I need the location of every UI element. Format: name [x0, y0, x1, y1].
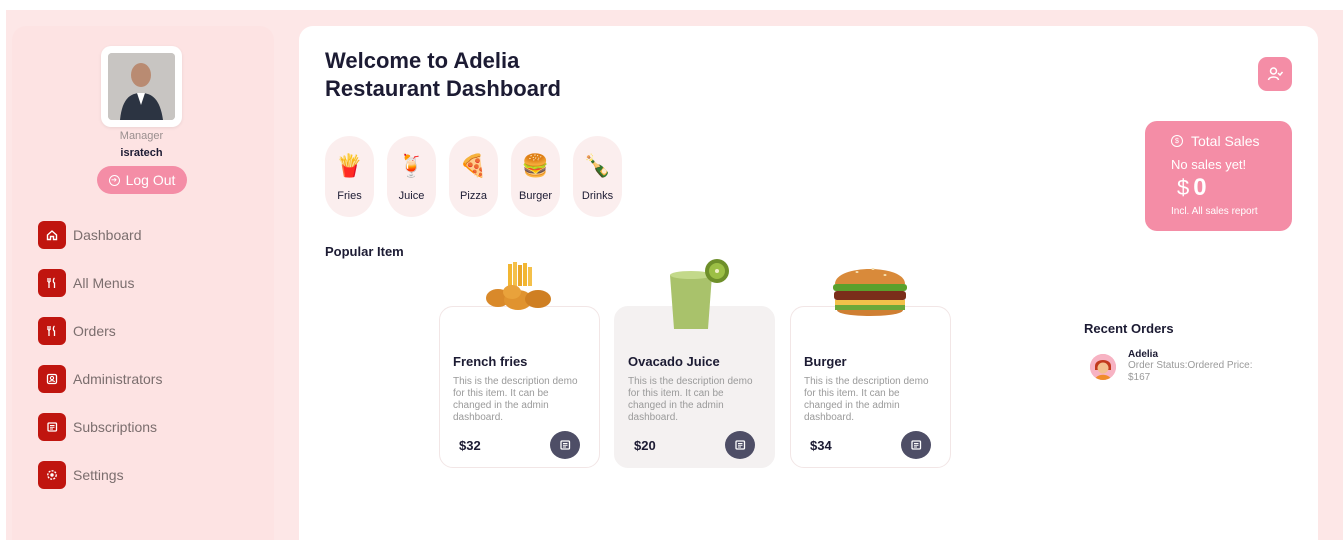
category-label: Pizza — [460, 190, 487, 202]
sidebar-item-all-menus[interactable]: All Menus — [38, 268, 162, 298]
logout-button[interactable]: ➔ Log Out — [97, 166, 187, 194]
user-role: Manager — [119, 130, 164, 142]
total-sales-card: $ Total Sales No sales yet! $ 0 Incl. Al… — [1145, 121, 1292, 231]
category-drinks[interactable]: 🍾 Drinks — [573, 136, 622, 217]
sidebar-nav: Dashboard All Menus Orders Administrator… — [38, 220, 162, 508]
user-name: isratech — [120, 147, 163, 159]
category-list: 🍟 Fries 🍹 Juice 🍕 Pizza 🍔 Burger 🍾 Drink… — [325, 136, 622, 217]
sidebar-item-label: Administrators — [73, 371, 163, 387]
sidebar-item-orders[interactable]: Orders — [38, 316, 162, 346]
sidebar-item-administrators[interactable]: Administrators — [38, 364, 162, 394]
sidebar-item-settings[interactable]: Settings — [38, 460, 162, 490]
item-description: This is the description demo for this it… — [804, 376, 929, 423]
category-label: Drinks — [581, 190, 614, 202]
category-pizza[interactable]: 🍕 Pizza — [449, 136, 498, 217]
item-price: $34 — [810, 438, 832, 453]
item-name: French fries — [453, 354, 528, 369]
add-to-order-button[interactable] — [550, 431, 580, 459]
item-description: This is the description demo for this it… — [453, 376, 578, 423]
recent-order-item[interactable]: Adelia Order Status:Ordered Price: $167 — [1090, 349, 1258, 384]
category-label: Fries — [337, 190, 362, 202]
currency-symbol: $ — [1177, 175, 1190, 200]
add-to-order-button[interactable] — [725, 431, 755, 459]
sidebar-item-label: All Menus — [73, 275, 135, 291]
category-juice[interactable]: 🍹 Juice — [387, 136, 436, 217]
category-label: Burger — [518, 190, 553, 202]
add-to-order-button[interactable] — [901, 431, 931, 459]
page-title-line1: Welcome to Adelia — [325, 48, 520, 73]
user-profile-button[interactable] — [1258, 57, 1292, 91]
sales-value: 0 — [1193, 174, 1207, 201]
popular-item-card[interactable]: Burger This is the description demo for … — [790, 306, 951, 468]
item-name: Burger — [804, 354, 847, 369]
home-icon — [38, 221, 66, 249]
page-title-line2: Restaurant Dashboard — [325, 76, 561, 101]
category-label: Juice — [398, 190, 425, 202]
sales-subtitle: No sales yet! — [1171, 157, 1247, 172]
newspaper-icon — [911, 440, 922, 450]
utensils-icon — [38, 317, 66, 345]
avatar — [108, 53, 175, 120]
item-description: This is the description demo for this it… — [628, 376, 753, 423]
dollar-circle-icon: $ — [1171, 135, 1183, 147]
admin-icon — [38, 365, 66, 393]
french-fries-image — [486, 262, 551, 310]
recent-orders-title: Recent Orders — [1084, 321, 1174, 336]
sales-title: Total Sales — [1191, 133, 1260, 149]
sales-note: Incl. All sales report — [1171, 206, 1258, 217]
item-price: $20 — [634, 438, 656, 453]
popular-title: Popular Item — [325, 244, 404, 259]
newspaper-icon — [38, 413, 66, 441]
category-fries[interactable]: 🍟 Fries — [325, 136, 374, 217]
profile-avatar-frame — [101, 46, 182, 127]
item-name: Ovacado Juice — [628, 354, 720, 369]
logout-icon: ➔ — [108, 174, 120, 186]
newspaper-icon — [560, 440, 571, 450]
gear-icon — [38, 461, 66, 489]
sidebar-item-subscriptions[interactable]: Subscriptions — [38, 412, 162, 442]
sidebar-item-label: Subscriptions — [73, 419, 158, 435]
customer-avatar — [1090, 354, 1116, 380]
page-title: Welcome to Adelia Restaurant Dashboard — [325, 47, 625, 103]
sidebar-item-label: Dashboard — [73, 227, 142, 243]
burger-icon: 🍔 — [521, 154, 550, 179]
fries-icon: 🍟 — [335, 154, 364, 179]
utensils-icon — [38, 269, 66, 297]
user-icon — [1267, 67, 1283, 81]
avocado-juice-image — [670, 259, 729, 329]
juice-icon: 🍹 — [397, 154, 426, 179]
customer-name: Adelia — [1128, 349, 1159, 360]
sidebar-item-label: Settings — [73, 467, 124, 483]
newspaper-icon — [735, 440, 746, 450]
logout-label: Log Out — [125, 172, 176, 188]
order-status: Order Status:Ordered Price: $167 — [1128, 360, 1253, 383]
item-price: $32 — [459, 438, 481, 453]
category-burger[interactable]: 🍔 Burger — [511, 136, 560, 217]
sales-amount: $ 0 — [1177, 174, 1292, 202]
sidebar-item-label: Orders — [73, 323, 116, 339]
sidebar-item-dashboard[interactable]: Dashboard — [38, 220, 162, 250]
popular-item-card[interactable]: French fries This is the description dem… — [439, 306, 600, 468]
drinks-icon: 🍾 — [583, 154, 612, 179]
burger-image — [833, 268, 907, 316]
pizza-icon: 🍕 — [459, 154, 488, 179]
